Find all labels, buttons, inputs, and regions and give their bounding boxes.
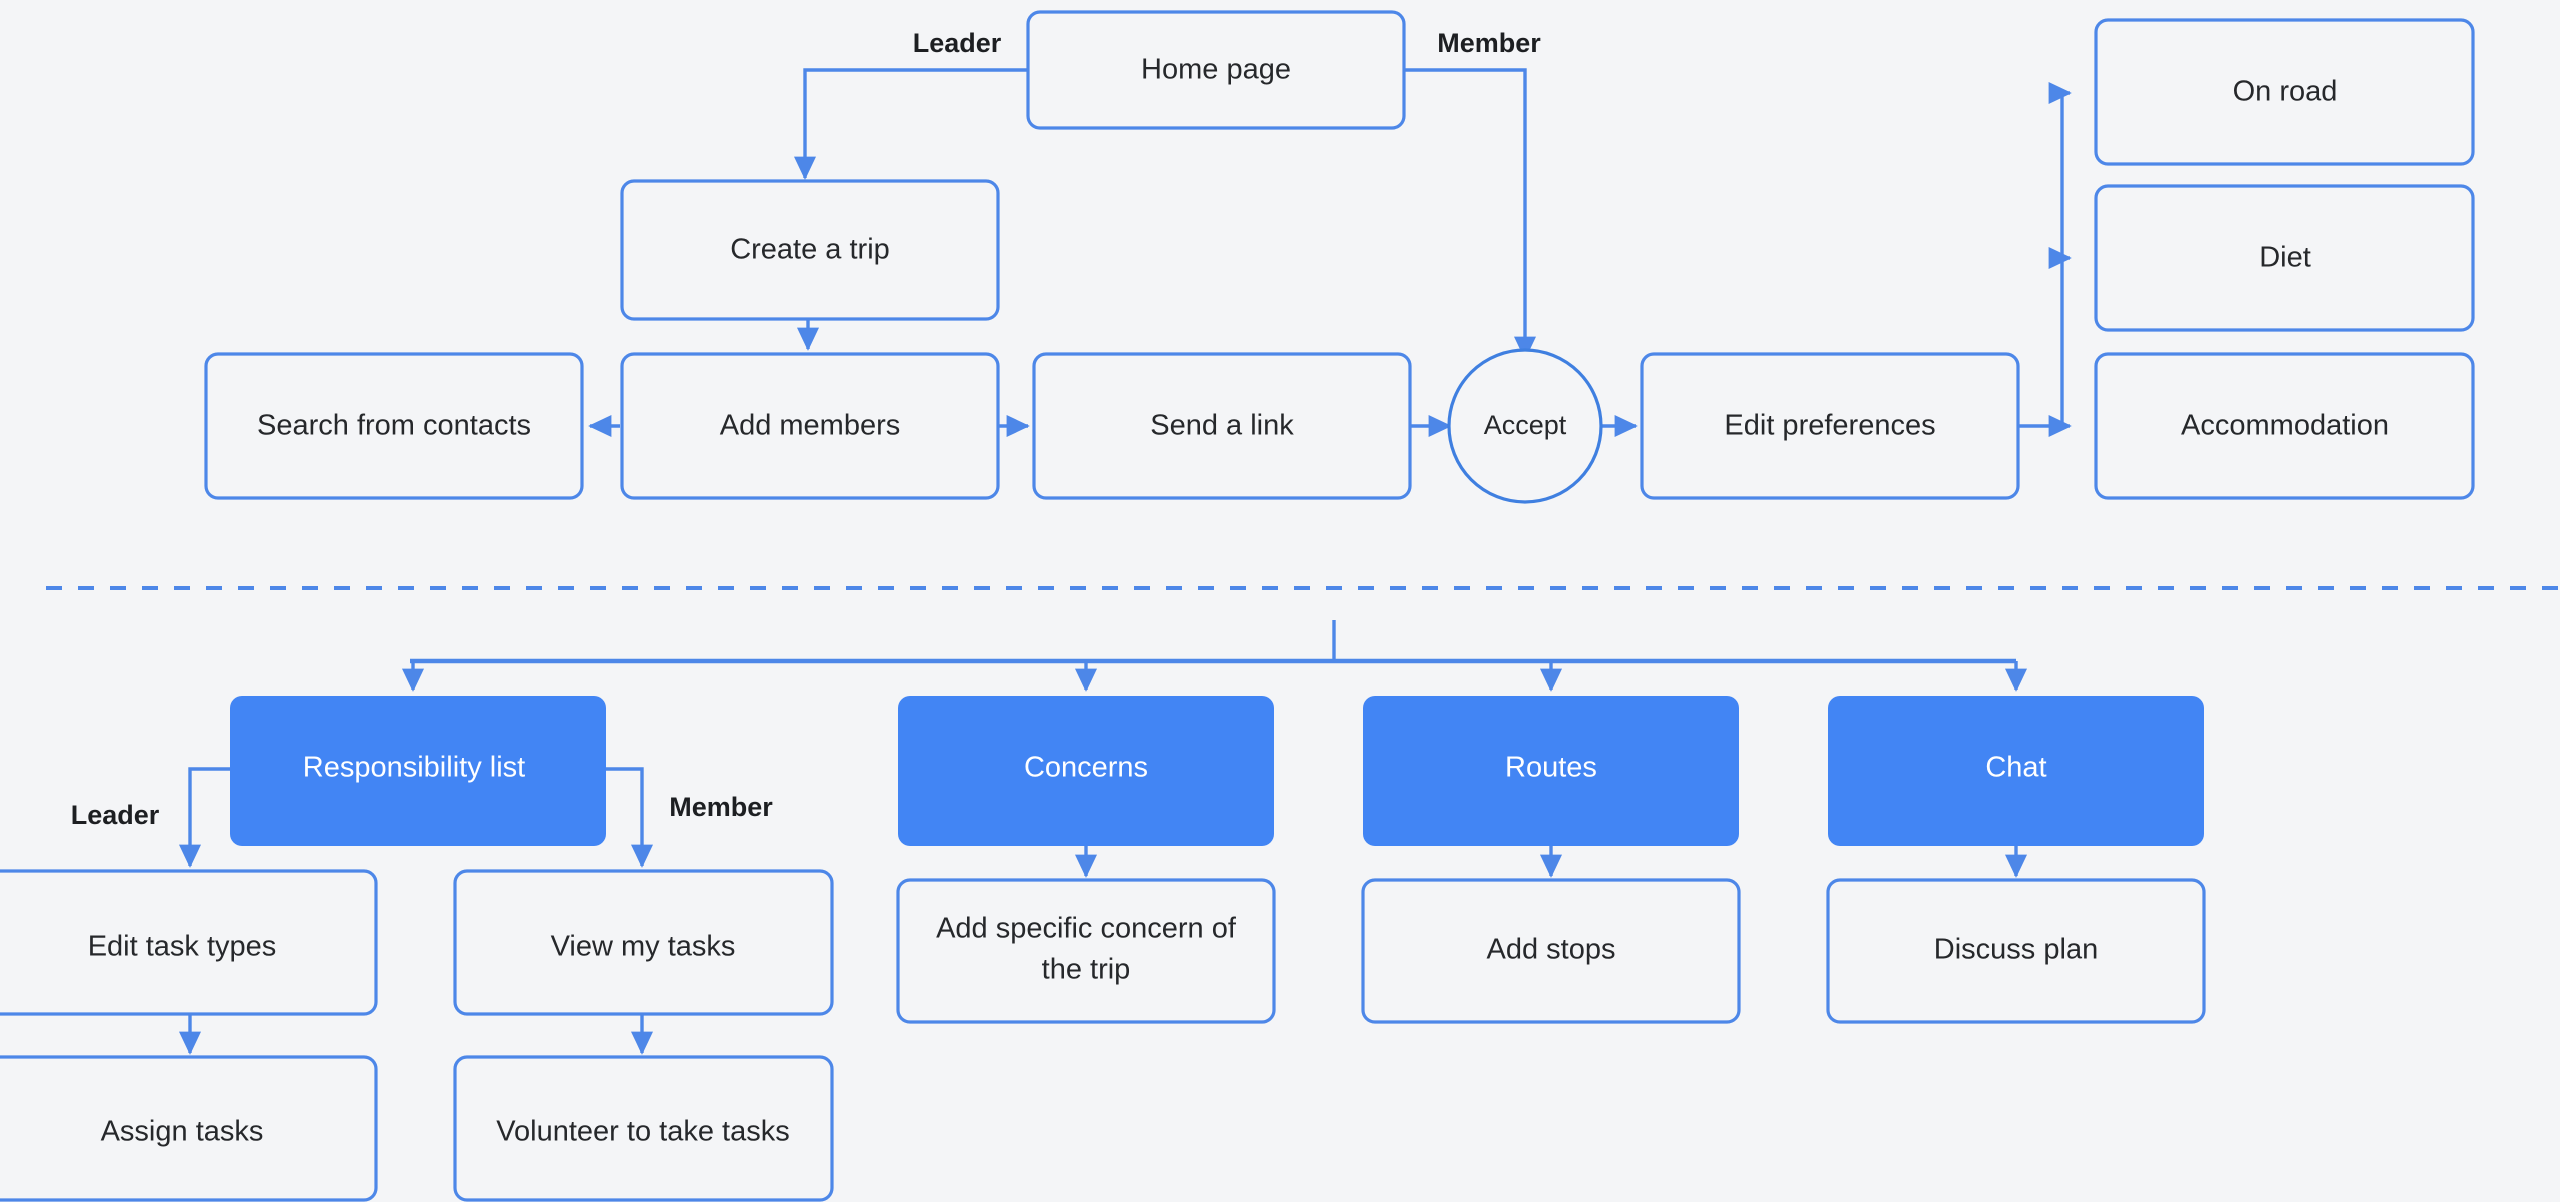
node-send-a-link-label: Send a link [1150,410,1294,442]
node-add-stops[interactable]: Add stops [1361,878,1741,1024]
node-assign-tasks[interactable]: Assign tasks [0,1055,378,1202]
node-add-members-label: Add members [720,410,901,442]
node-add-specific-concern-label-line1: Add specific concern of [936,913,1237,945]
node-edit-task-types[interactable]: Edit task types [0,869,378,1016]
node-home-page[interactable]: Home page [1026,10,1406,130]
edge-label-leader-top: Leader [913,28,1002,58]
node-on-road-label: On road [2233,76,2338,108]
node-discuss-plan[interactable]: Discuss plan [1826,878,2206,1024]
node-accept[interactable]: Accept [1447,348,1603,504]
node-volunteer-to-take-tasks[interactable]: Volunteer to take tasks [453,1055,834,1202]
node-home-page-label: Home page [1141,54,1291,86]
node-responsibility-list[interactable]: Responsibility list [230,696,606,846]
node-chat[interactable]: Chat [1828,696,2204,846]
node-discuss-plan-label: Discuss plan [1934,934,2098,966]
node-assign-tasks-label: Assign tasks [101,1116,264,1148]
edge-home-to-accept [1404,68,1537,360]
node-add-specific-concern-label-line2: the trip [1042,954,1131,986]
node-add-members[interactable]: Add members [620,352,1000,500]
node-responsibility-list-label: Responsibility list [303,752,525,784]
edge-edit-preferences-to-preferences [2018,81,2072,438]
node-edit-task-types-label: Edit task types [88,931,277,963]
node-concerns[interactable]: Concerns [898,696,1274,846]
node-edit-preferences[interactable]: Edit preferences [1640,352,2020,500]
edge-label-leader-bottom: Leader [71,800,160,830]
node-routes-label: Routes [1505,752,1597,784]
node-send-a-link[interactable]: Send a link [1032,352,1412,500]
node-concerns-label: Concerns [1024,752,1148,784]
node-view-my-tasks[interactable]: View my tasks [453,869,834,1016]
node-diet-label: Diet [2259,242,2311,274]
node-edit-preferences-label: Edit preferences [1724,410,1935,442]
node-accommodation-label: Accommodation [2181,410,2389,442]
node-routes[interactable]: Routes [1363,696,1739,846]
node-chat-label: Chat [1985,752,2046,784]
edge-home-to-create-trip [793,68,1028,180]
flowchart-canvas: Home page Create a trip Search from cont… [0,0,2560,1202]
edge-label-member-top: Member [1437,28,1541,58]
edge-responsibility-to-edit-task-types [178,767,230,868]
edge-responsibility-to-view-my-tasks [600,767,654,868]
node-view-my-tasks-label: View my tasks [551,931,736,963]
edge-label-member-bottom: Member [669,792,773,822]
node-volunteer-to-take-tasks-label: Volunteer to take tasks [496,1116,789,1148]
node-accommodation[interactable]: Accommodation [2094,352,2475,500]
node-create-a-trip-label: Create a trip [730,234,890,266]
node-search-from-contacts[interactable]: Search from contacts [204,352,584,500]
node-create-a-trip[interactable]: Create a trip [620,179,1000,321]
node-on-road[interactable]: On road [2094,18,2475,166]
node-accept-label: Accept [1484,410,1567,440]
node-add-stops-label: Add stops [1487,934,1616,966]
flowchart-svg: Home page Create a trip Search from cont… [0,10,2560,1202]
edge-bus-top [401,620,2028,692]
node-diet[interactable]: Diet [2094,184,2475,332]
node-search-from-contacts-label: Search from contacts [257,410,531,442]
node-add-specific-concern[interactable]: Add specific concern of the trip [896,878,1276,1024]
